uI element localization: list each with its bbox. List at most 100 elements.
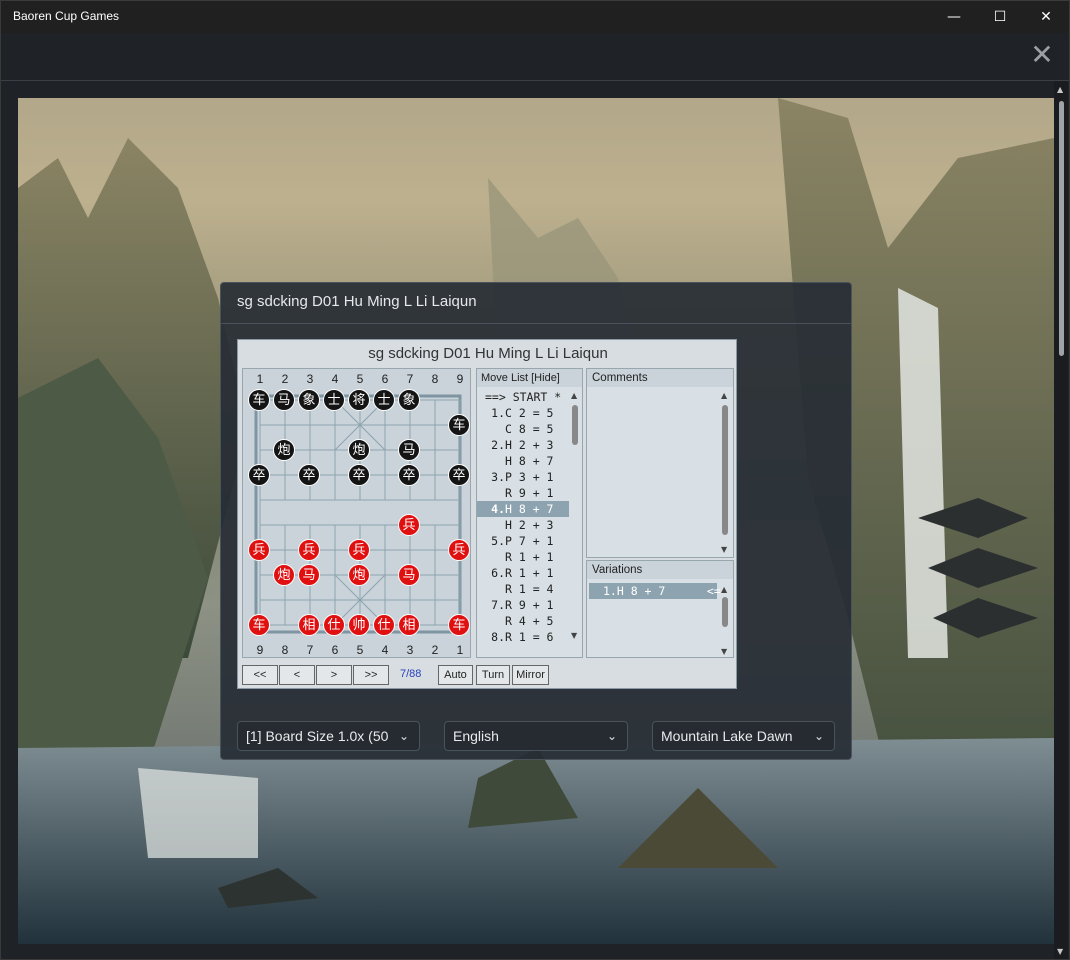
close-panel-button[interactable]: ✕ (1029, 41, 1055, 69)
first-move-button[interactable]: << (242, 665, 278, 685)
red-horse-piece[interactable]: 马 (398, 564, 420, 586)
black-advisor-piece[interactable]: 士 (323, 389, 345, 411)
black-cannon-piece[interactable]: 炮 (348, 439, 370, 461)
next-move-button[interactable]: > (316, 665, 352, 685)
black-elephant-piece[interactable]: 象 (398, 389, 420, 411)
black-soldier-piece[interactable]: 卒 (448, 464, 470, 486)
red-advisor-piece[interactable]: 仕 (323, 614, 345, 636)
move-row[interactable]: 3.P 3 + 1 (477, 469, 569, 485)
file-label: 5 (356, 643, 364, 657)
red-advisor-piece[interactable]: 仕 (373, 614, 395, 636)
move-row[interactable]: 5.P 7 + 1 (477, 533, 569, 549)
variations-scroll-thumb[interactable] (722, 597, 728, 627)
comments-header: Comments (587, 369, 733, 387)
variations-panel: Variations 1.H 8 + 7 <= ▲ ▼ (586, 560, 734, 658)
black-soldier-piece[interactable]: 卒 (298, 464, 320, 486)
move-text: H 2 + 3 (505, 518, 554, 532)
move-row[interactable]: 7.R 9 + 1 (477, 597, 569, 613)
last-move-button[interactable]: >> (353, 665, 389, 685)
black-soldier-piece[interactable]: 卒 (398, 464, 420, 486)
board-size-select[interactable]: [1] Board Size 1.0x (50 ⌄ (237, 721, 420, 751)
move-number: 7. (491, 598, 505, 612)
variation-item[interactable]: 1.H 8 + 7 <= (589, 583, 721, 599)
page-scrollbar[interactable]: ▲ ▼ (1054, 81, 1068, 959)
move-number: 4. (491, 502, 505, 516)
scroll-down-icon[interactable]: ▼ (571, 631, 577, 640)
red-soldier-piece[interactable]: 兵 (248, 539, 270, 561)
scroll-up-icon[interactable]: ▲ (721, 585, 727, 594)
move-row[interactable]: H 2 + 3 (477, 517, 569, 533)
black-chariot-piece[interactable]: 车 (448, 414, 470, 436)
move-list-header[interactable]: Move List [Hide] (477, 369, 582, 387)
move-row[interactable]: H 8 + 7 (477, 453, 569, 469)
language-select[interactable]: English ⌄ (444, 721, 628, 751)
move-number: 2. (491, 438, 505, 452)
move-row[interactable]: ==> START * (477, 389, 569, 405)
prev-move-button[interactable]: < (279, 665, 315, 685)
move-text: H 8 + 7 (505, 502, 554, 516)
red-horse-piece[interactable]: 马 (298, 564, 320, 586)
move-row[interactable]: R 1 = 4 (477, 581, 569, 597)
scroll-down-icon[interactable]: ▼ (721, 545, 727, 554)
scroll-down-icon[interactable]: ▼ (721, 647, 727, 656)
red-soldier-piece[interactable]: 兵 (348, 539, 370, 561)
scroll-up-icon[interactable]: ▲ (1057, 85, 1063, 94)
scrollbar-thumb[interactable] (1059, 101, 1064, 356)
scroll-down-icon[interactable]: ▼ (1057, 947, 1063, 956)
move-text: R 1 + 1 (505, 566, 554, 580)
move-row[interactable]: 1.C 2 = 5 (477, 405, 569, 421)
black-chariot-piece[interactable]: 车 (248, 389, 270, 411)
red-elephant-piece[interactable]: 相 (298, 614, 320, 636)
move-text: P 7 + 1 (505, 534, 554, 548)
board-size-value: [1] Board Size 1.0x (50 (246, 728, 389, 744)
move-counter: 7/88 (400, 668, 422, 680)
move-number: 6. (491, 566, 505, 580)
comments-scroll-thumb[interactable] (722, 405, 728, 535)
auto-play-button[interactable]: Auto (438, 665, 473, 685)
black-horse-piece[interactable]: 马 (273, 389, 295, 411)
file-label: 2 (431, 643, 439, 657)
move-text: H 8 + 7 (505, 454, 554, 468)
file-label: 4 (381, 643, 389, 657)
window-title: Baoren Cup Games (13, 9, 120, 23)
file-label: 2 (281, 372, 289, 386)
black-general-piece[interactable]: 将 (348, 389, 370, 411)
scroll-up-icon[interactable]: ▲ (721, 391, 727, 400)
move-row[interactable]: 6.R 1 + 1 (477, 565, 569, 581)
move-row[interactable]: R 9 + 1 (477, 485, 569, 501)
move-list-panel: Move List [Hide] ==> START * 1.C 2 = 5C 8… (476, 368, 583, 658)
red-soldier-piece[interactable]: 兵 (398, 514, 420, 536)
red-chariot-piece[interactable]: 车 (248, 614, 270, 636)
red-general-piece[interactable]: 帅 (348, 614, 370, 636)
scroll-up-icon[interactable]: ▲ (571, 391, 577, 400)
mirror-board-button[interactable]: Mirror (512, 665, 549, 685)
move-row[interactable]: R 4 + 5 (477, 613, 569, 629)
move-row[interactable]: 2.H 2 + 3 (477, 437, 569, 453)
minimize-button[interactable]: — (931, 1, 977, 33)
xiangqi-board[interactable]: 1 2 3 4 5 6 7 8 9 9 8 7 6 5 4 3 2 1 车 马 … (242, 368, 471, 658)
black-advisor-piece[interactable]: 士 (373, 389, 395, 411)
move-row[interactable]: R 1 + 1 (477, 549, 569, 565)
red-chariot-piece[interactable]: 车 (448, 614, 470, 636)
move-number: 8. (491, 630, 505, 644)
black-soldier-piece[interactable]: 卒 (348, 464, 370, 486)
black-horse-piece[interactable]: 马 (398, 439, 420, 461)
black-elephant-piece[interactable]: 象 (298, 389, 320, 411)
move-row[interactable]: C 8 = 5 (477, 421, 569, 437)
file-label: 1 (456, 643, 464, 657)
move-row[interactable]: 4.H 8 + 7 (477, 501, 569, 517)
maximize-button[interactable]: ☐ (977, 1, 1023, 33)
red-elephant-piece[interactable]: 相 (398, 614, 420, 636)
move-list-scroll-thumb[interactable] (572, 405, 578, 445)
black-cannon-piece[interactable]: 炮 (273, 439, 295, 461)
move-row[interactable]: 8.R 1 = 6 (477, 629, 569, 645)
close-window-button[interactable]: ✕ (1023, 1, 1069, 33)
red-cannon-piece[interactable]: 炮 (273, 564, 295, 586)
theme-select[interactable]: Mountain Lake Dawn ⌄ (652, 721, 835, 751)
turn-board-button[interactable]: Turn (476, 665, 510, 685)
red-cannon-piece[interactable]: 炮 (348, 564, 370, 586)
move-number: 5. (491, 534, 505, 548)
black-soldier-piece[interactable]: 卒 (248, 464, 270, 486)
red-soldier-piece[interactable]: 兵 (298, 539, 320, 561)
red-soldier-piece[interactable]: 兵 (448, 539, 470, 561)
